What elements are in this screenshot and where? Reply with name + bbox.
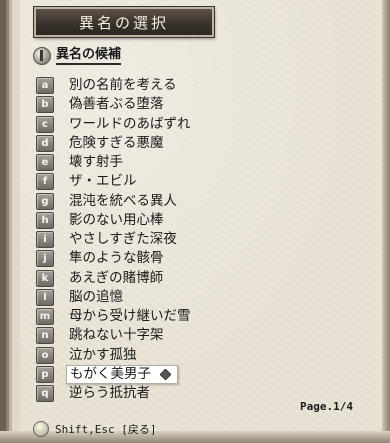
option-label: もがく美男子	[66, 364, 178, 384]
option-row[interactable]: h 影のない用心棒	[36, 211, 366, 230]
option-label: 脳の追憶	[69, 288, 123, 305]
option-label: 混沌を統べる異人	[69, 192, 177, 209]
option-key: c	[36, 115, 54, 133]
option-row[interactable]: n 跳ねない十字架	[36, 326, 366, 345]
option-label: 別の名前を考える	[69, 77, 177, 94]
option-row[interactable]: o 泣かす孤独	[36, 346, 366, 365]
option-key: a	[36, 77, 54, 95]
option-row[interactable]: d 危険すぎる悪魔	[36, 134, 366, 153]
option-label: 壊す射手	[69, 154, 123, 171]
option-label: 跳ねない十字架	[69, 327, 164, 344]
option-label: やさしすぎた深夜	[69, 231, 177, 248]
window-frame-right	[382, 0, 390, 443]
footer-hint-text: Shift,Esc [戻る]	[55, 423, 157, 436]
window-frame-left	[0, 0, 20, 443]
option-row[interactable]: j 隼のような骸骨	[36, 249, 366, 268]
option-label: 影のない用心棒	[69, 211, 164, 228]
option-key: f	[36, 173, 54, 191]
option-key: q	[36, 385, 54, 403]
option-row[interactable]: m 母から受け継いだ雪	[36, 307, 366, 326]
option-key: o	[36, 346, 54, 364]
option-key: j	[36, 250, 54, 268]
window-title: 異名の選択	[34, 7, 214, 37]
option-label: 危険すぎる悪魔	[69, 134, 164, 151]
option-key: l	[36, 288, 54, 306]
diamond-cursor-icon	[160, 368, 171, 380]
option-key: g	[36, 192, 54, 210]
section-label: 異名の候補	[56, 47, 122, 65]
option-key: d	[36, 134, 54, 152]
option-label: 泣かす孤独	[69, 346, 137, 363]
option-label: ザ・エビル	[69, 173, 137, 190]
option-key: e	[36, 154, 54, 172]
option-row[interactable]: l 脳の追憶	[36, 288, 366, 307]
option-row[interactable]: c ワールドのあばずれ	[36, 115, 366, 134]
option-label: 偽善者ぶる堕落	[69, 96, 164, 113]
option-row[interactable]: i やさしすぎた深夜	[36, 230, 366, 249]
option-key: n	[36, 327, 54, 345]
section-header: 異名の候補	[33, 47, 122, 65]
option-row[interactable]: b 偽善者ぶる堕落	[36, 95, 366, 114]
page-indicator: Page.1/4	[300, 400, 353, 413]
option-label: 母から受け継いだ雪	[69, 308, 191, 325]
option-label: 逆らう抵抗者	[69, 385, 150, 402]
footer-hint: Shift,Esc [戻る]	[33, 421, 156, 437]
option-key: h	[36, 211, 54, 229]
option-row[interactable]: p もがく美男子	[36, 364, 366, 384]
option-row[interactable]: k あえぎの賭博師	[36, 269, 366, 288]
option-key: i	[36, 231, 54, 249]
info-icon	[33, 47, 51, 65]
bulb-icon	[33, 421, 49, 437]
option-key: p	[36, 365, 54, 383]
option-key: m	[36, 308, 54, 326]
option-row[interactable]: a 別の名前を考える	[36, 76, 366, 95]
option-row[interactable]: g 混沌を統べる異人	[36, 192, 366, 211]
option-list: a 別の名前を考える b 偽善者ぶる堕落 c ワールドのあばずれ d 危険すぎる悪魔 e 壊す射手…	[36, 76, 366, 403]
option-key: b	[36, 96, 54, 114]
option-label: ワールドのあばずれ	[69, 115, 191, 132]
option-label: 隼のような骸骨	[69, 250, 164, 267]
option-label: あえぎの賭博師	[69, 269, 164, 286]
option-row[interactable]: e 壊す射手	[36, 153, 366, 172]
option-row[interactable]: f ザ・エビル	[36, 172, 366, 191]
option-key: k	[36, 269, 54, 287]
